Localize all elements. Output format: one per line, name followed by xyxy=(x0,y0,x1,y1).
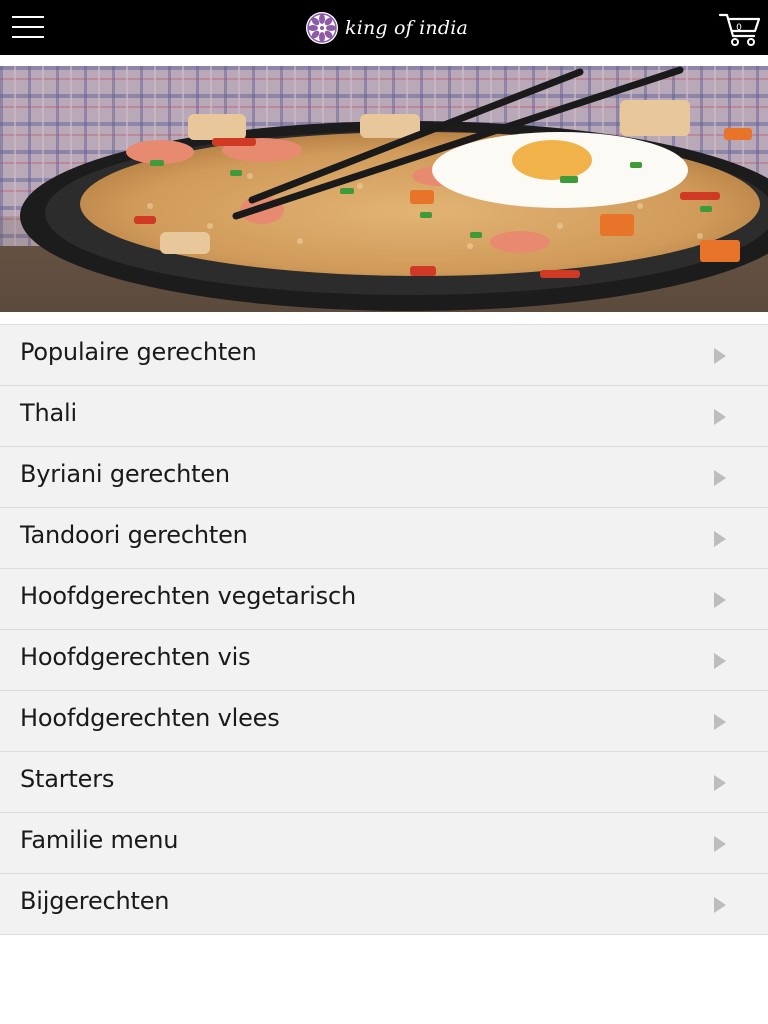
menu-item-hoofdgerechten-vis[interactable]: Hoofdgerechten vis xyxy=(0,630,768,691)
category-menu-list: Populaire gerechten Thali Byriani gerech… xyxy=(0,324,768,935)
mandala-logo-icon xyxy=(306,12,338,44)
hero-food-image xyxy=(0,66,768,312)
menu-item-thali[interactable]: Thali xyxy=(0,386,768,447)
hamburger-line xyxy=(12,36,44,38)
menu-item-label: Hoofdgerechten vegetarisch xyxy=(20,582,356,610)
menu-item-byriani-gerechten[interactable]: Byriani gerechten xyxy=(0,447,768,508)
shopping-cart-button[interactable]: 0 xyxy=(718,9,762,49)
menu-item-label: Familie menu xyxy=(20,826,179,854)
chevron-right-icon xyxy=(714,897,726,913)
menu-item-label: Byriani gerechten xyxy=(20,460,230,488)
menu-item-label: Hoofdgerechten vlees xyxy=(20,704,280,732)
menu-item-label: Tandoori gerechten xyxy=(20,521,248,549)
menu-item-familie-menu[interactable]: Familie menu xyxy=(0,813,768,874)
cart-count-badge: 0 xyxy=(736,23,742,33)
menu-item-hoofdgerechten-vlees[interactable]: Hoofdgerechten vlees xyxy=(0,691,768,752)
chevron-right-icon xyxy=(714,836,726,852)
chevron-right-icon xyxy=(714,348,726,364)
chevron-right-icon xyxy=(714,714,726,730)
menu-item-label: Thali xyxy=(20,399,77,427)
menu-item-label: Bijgerechten xyxy=(20,887,170,915)
chevron-right-icon xyxy=(714,531,726,547)
menu-item-label: Hoofdgerechten vis xyxy=(20,643,251,671)
menu-item-label: Starters xyxy=(20,765,115,793)
chevron-right-icon xyxy=(714,470,726,486)
menu-item-tandoori-gerechten[interactable]: Tandoori gerechten xyxy=(0,508,768,569)
chevron-right-icon xyxy=(714,409,726,425)
hamburger-line xyxy=(12,26,44,28)
menu-item-label: Populaire gerechten xyxy=(20,338,257,366)
app-header: king of india 0 xyxy=(0,0,768,55)
chevron-right-icon xyxy=(714,775,726,791)
hamburger-line xyxy=(12,16,44,18)
chevron-right-icon xyxy=(714,592,726,608)
menu-item-populaire-gerechten[interactable]: Populaire gerechten xyxy=(0,325,768,386)
brand-name: king of india xyxy=(345,17,469,39)
menu-item-bijgerechten[interactable]: Bijgerechten xyxy=(0,874,768,935)
brand-logo[interactable]: king of india xyxy=(305,10,468,46)
chevron-right-icon xyxy=(714,653,726,669)
fried-rice-photo-image xyxy=(0,66,768,312)
menu-item-starters[interactable]: Starters xyxy=(0,752,768,813)
hamburger-menu-button[interactable] xyxy=(12,13,44,41)
menu-item-hoofdgerechten-vegetarisch[interactable]: Hoofdgerechten vegetarisch xyxy=(0,569,768,630)
